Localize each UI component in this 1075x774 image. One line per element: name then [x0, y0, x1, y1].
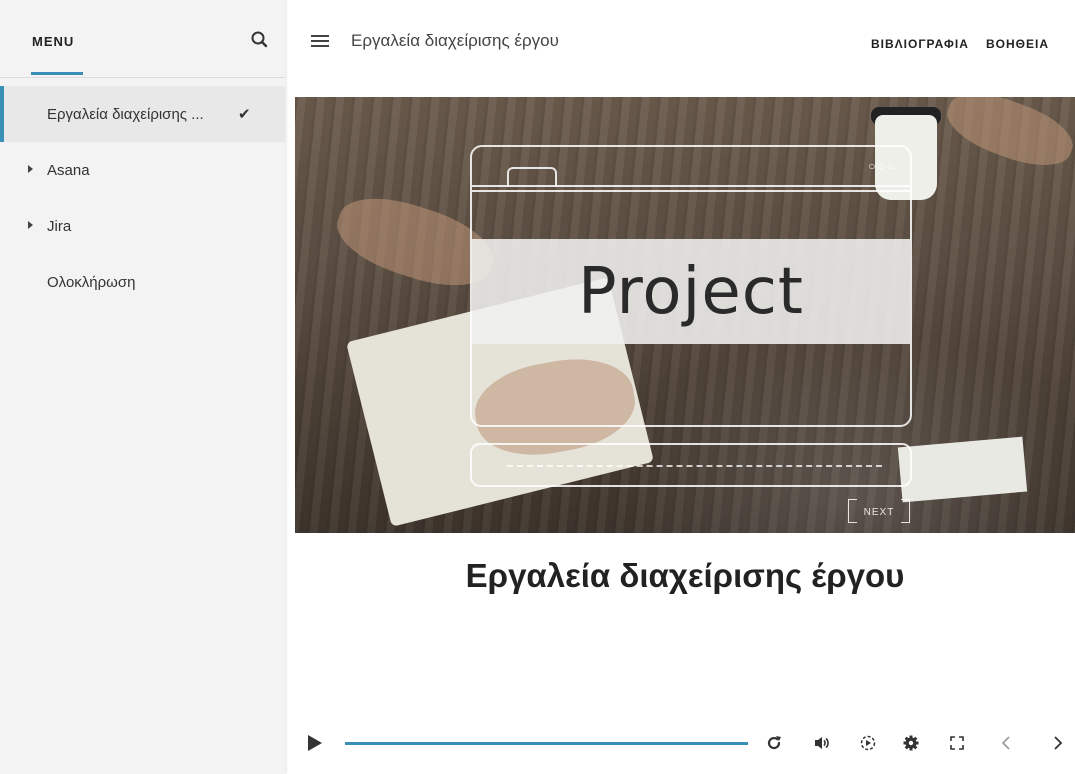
menu-label: MENU — [32, 34, 75, 49]
slide-next-label: NEXT — [848, 499, 910, 525]
progress-bar[interactable] — [345, 742, 748, 745]
caret-right-icon — [28, 221, 33, 229]
window-dots-icon: ○○○ — [868, 159, 896, 173]
player-controls — [295, 724, 1075, 764]
progress-fill — [345, 742, 748, 745]
fullscreen-icon — [950, 736, 964, 750]
hand-shape — [939, 97, 1075, 178]
sidebar-item-label: Εργαλεία διαχείρισης ... — [47, 105, 204, 123]
help-link[interactable]: ΒΟΗΘΕΙΑ — [986, 37, 1049, 51]
next-icon — [1054, 736, 1063, 750]
caret-right-icon — [28, 165, 33, 173]
volume-icon — [815, 737, 829, 749]
sidebar-header: MENU — [0, 0, 285, 78]
fullscreen-button[interactable] — [946, 732, 968, 754]
sidebar-nav: Εργαλεία διαχείρισης ... ✔ Asana Jira Ολ… — [0, 86, 285, 310]
checkmark-icon: ✔ — [238, 106, 251, 123]
sidebar-item-completion[interactable]: Ολοκλήρωση — [0, 254, 285, 310]
sidebar-item-label: Jira — [47, 217, 72, 235]
next-button[interactable] — [1047, 732, 1069, 754]
replay-icon — [767, 736, 781, 750]
playback-speed-icon — [860, 735, 876, 751]
slide-title: Εργαλεία διαχείρισης έργου — [465, 557, 905, 594]
play-button[interactable] — [303, 732, 325, 754]
window-bar-graphic — [472, 185, 910, 192]
previous-icon — [1001, 736, 1010, 750]
card-shape — [897, 436, 1028, 503]
window-tab-graphic — [507, 167, 557, 187]
settings-icon — [903, 735, 919, 751]
dashed-line — [507, 465, 882, 467]
browser-window-graphic: ○○○ Project — [470, 145, 912, 427]
play-icon — [308, 735, 322, 751]
search-icon — [251, 31, 268, 48]
menu-underline — [31, 72, 83, 75]
bibliography-link[interactable]: ΒΙΒΛΙΟΓΡΑΦΙΑ — [871, 37, 969, 51]
slide-image-text: Project — [578, 254, 804, 329]
volume-button[interactable] — [811, 732, 833, 754]
title-band: Project — [472, 239, 910, 344]
hamburger-icon[interactable] — [311, 35, 329, 47]
replay-button[interactable] — [763, 732, 785, 754]
playback-speed-button[interactable] — [857, 732, 879, 754]
sidebar-item-project-tools[interactable]: Εργαλεία διαχείρισης ... ✔ — [0, 86, 285, 142]
sidebar-item-jira[interactable]: Jira — [0, 198, 285, 254]
sidebar-item-label: Ολοκλήρωση — [47, 273, 136, 291]
search-button[interactable] — [249, 29, 271, 51]
slide-image: ○○○ Project NEXT — [295, 97, 1075, 533]
input-box-graphic — [470, 443, 912, 487]
sidebar-item-label: Asana — [47, 161, 90, 179]
previous-button[interactable] — [995, 732, 1017, 754]
sidebar-item-asana[interactable]: Asana — [0, 142, 285, 198]
page-title: Εργαλεία διαχείρισης έργου — [351, 31, 559, 50]
sidebar: MENU Εργαλεία διαχείρισης ... ✔ Asana Ji… — [0, 0, 285, 774]
settings-button[interactable] — [900, 732, 922, 754]
